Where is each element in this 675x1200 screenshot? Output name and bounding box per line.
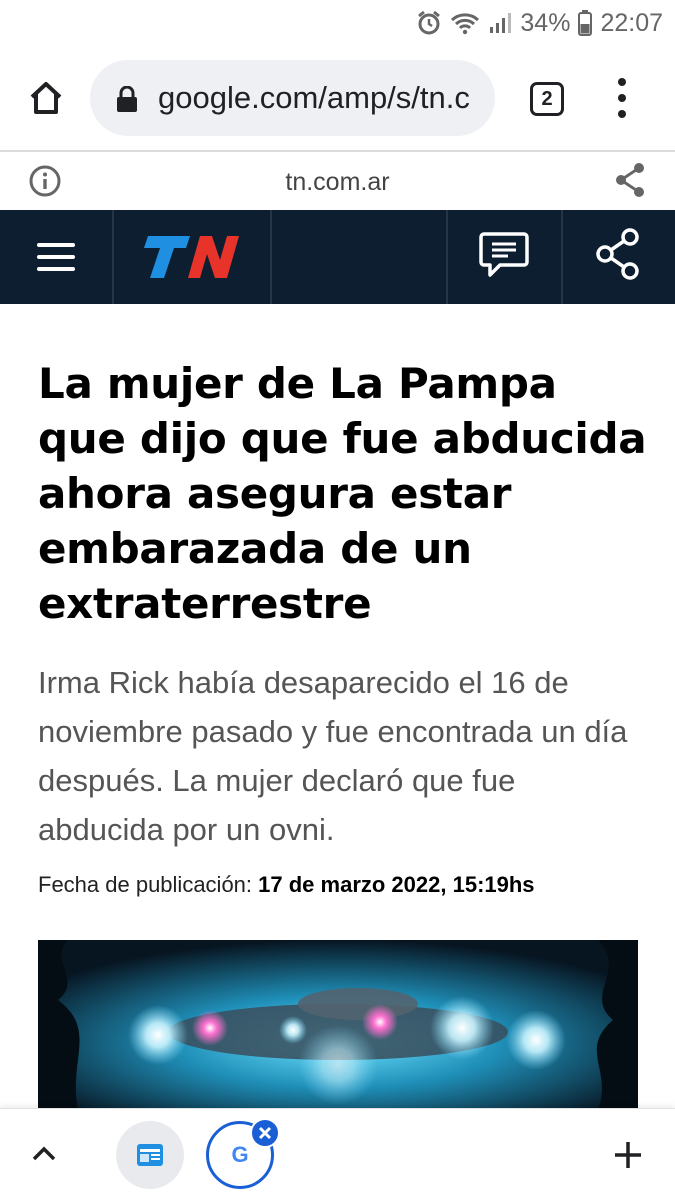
header-divider [561, 210, 563, 304]
more-vert-icon[interactable] [608, 76, 636, 120]
tab-count: 2 [541, 87, 553, 110]
header-divider [446, 210, 448, 304]
article-headline: La mujer de La Pampa que dijo que fue ab… [38, 359, 647, 628]
alarm-icon [416, 10, 442, 36]
article-hero-image[interactable] [38, 940, 638, 1110]
publication-date: Fecha de publicación: 17 de marzo 2022, … [38, 872, 535, 898]
article-subtitle: Irma Rick había desaparecido el 16 de no… [38, 665, 628, 847]
battery-percent: 34% [520, 8, 571, 37]
signal-icon [488, 11, 512, 35]
clock: 22:07 [600, 8, 663, 37]
tab-thumbnail-icon [137, 1144, 163, 1166]
header-divider [270, 210, 272, 304]
plus-icon[interactable] [612, 1139, 644, 1171]
chevron-up-icon[interactable] [30, 1143, 58, 1163]
ufo-illustration [38, 940, 638, 1110]
site-header [0, 210, 675, 304]
tn-logo-text: TN [140, 232, 142, 233]
comment-icon[interactable] [478, 230, 530, 280]
close-icon[interactable] [250, 1118, 280, 1148]
browser-toolbar: google.com/amp/s/tn.c 2 [0, 56, 675, 140]
amp-header-bar: tn.com.ar [0, 152, 675, 210]
bottom-tab-bar: G [0, 1108, 675, 1200]
header-divider [112, 210, 114, 304]
publication-label: Fecha de publicación: [38, 872, 253, 897]
battery-icon [578, 10, 593, 36]
share-icon[interactable] [614, 162, 646, 198]
home-icon [30, 82, 62, 114]
lock-icon [117, 86, 137, 112]
tab-switcher-button[interactable]: 2 [530, 82, 564, 116]
tn-logo[interactable]: TN [140, 232, 240, 282]
share-icon[interactable] [595, 228, 641, 280]
hamburger-menu-icon[interactable] [37, 243, 75, 271]
address-bar[interactable]: google.com/amp/s/tn.c [90, 60, 495, 136]
wifi-icon [450, 11, 480, 35]
url-text: google.com/amp/s/tn.c [158, 80, 470, 115]
status-icons: 34% 22:07 [416, 6, 663, 40]
amp-domain: tn.com.ar [285, 168, 390, 196]
publication-value: 17 de marzo 2022, 15:19hs [258, 872, 535, 897]
status-bar: 34% 22:07 [0, 0, 675, 46]
tab-thumbnail-button[interactable] [116, 1121, 184, 1189]
home-button[interactable] [22, 74, 70, 122]
google-icon: G [231, 1142, 249, 1167]
